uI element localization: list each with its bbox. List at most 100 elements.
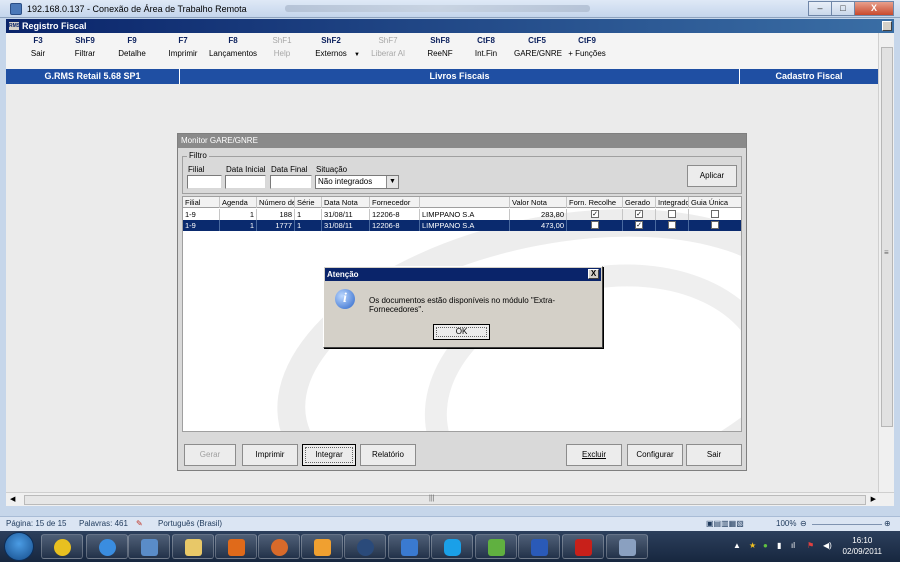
- toolbar-externos[interactable]: ShF2 Externos: [313, 36, 349, 58]
- hscroll-thumb[interactable]: [24, 495, 866, 505]
- toolbar-liberar[interactable]: ShF7 Liberar Al: [368, 36, 408, 58]
- situacao-select[interactable]: Não integrados ▼: [315, 175, 399, 189]
- gerado-checkbox[interactable]: ✓: [635, 221, 643, 229]
- taskbar-app-ie[interactable]: [86, 534, 128, 559]
- taskbar-app-media[interactable]: [215, 534, 257, 559]
- scroll-right-icon[interactable]: ▶: [871, 495, 876, 503]
- col-filial[interactable]: Filial: [183, 197, 220, 208]
- close-icon[interactable]: X: [588, 269, 599, 279]
- cell-serie: 1: [295, 220, 322, 231]
- clock[interactable]: 16:10 02/09/2011: [843, 535, 882, 557]
- scroll-left-icon[interactable]: ◀: [10, 495, 15, 503]
- taskbar-app-mail[interactable]: [301, 534, 343, 559]
- col-serie[interactable]: Série: [295, 197, 322, 208]
- spellcheck-icon[interactable]: ✎: [136, 517, 143, 531]
- toolbar-reenf[interactable]: ShF8 ReeNF: [426, 36, 454, 58]
- forn-recolhe-checkbox[interactable]: [591, 221, 599, 229]
- minimize-button[interactable]: –: [808, 1, 832, 16]
- view-buttons-icon[interactable]: ▣▤▥▦▧: [706, 517, 744, 531]
- configurar-button[interactable]: Configurar: [627, 444, 683, 466]
- externos-dropdown-arrow-icon[interactable]: ▼: [354, 52, 360, 58]
- tray-update-icon[interactable]: ●: [763, 541, 768, 550]
- col-data-nota[interactable]: Data Nota: [322, 197, 370, 208]
- taskbar-app-network[interactable]: [475, 534, 517, 559]
- taskbar-app-msn[interactable]: [388, 534, 430, 559]
- excluir-button[interactable]: Excluir: [566, 444, 622, 466]
- ok-button[interactable]: OK: [433, 324, 490, 340]
- filter-group: Filtro Filial Data Inicial Data Final Si…: [182, 151, 742, 194]
- gerar-button[interactable]: Gerar: [184, 444, 236, 466]
- maximize-icon[interactable]: [882, 21, 892, 31]
- zoom-out-icon[interactable]: ⊖: [800, 517, 807, 531]
- grid-header: Filial Agenda Número de Série Data Nota …: [183, 197, 741, 208]
- tray-star-icon[interactable]: ★: [749, 541, 756, 550]
- toolbar-lancamentos[interactable]: F8 Lançamentos: [208, 36, 258, 58]
- tray-expand-icon[interactable]: ▲: [733, 541, 741, 550]
- cell-integrado: [656, 220, 689, 231]
- cell-integrado: [656, 209, 689, 220]
- language-indicator[interactable]: Português (Brasil): [158, 517, 222, 531]
- toolbar-mais-funcoes[interactable]: CtF9 + Funções: [566, 36, 608, 58]
- toolbar-detalhe[interactable]: F9 Detalhe: [118, 36, 146, 58]
- taskbar-app-hp[interactable]: [344, 534, 386, 559]
- gerado-checkbox[interactable]: ✓: [635, 210, 643, 218]
- data-inicial-input[interactable]: [225, 175, 266, 189]
- relatorio-button[interactable]: Relatório: [360, 444, 416, 466]
- table-row[interactable]: 1-9 1 188 1 31/08/11 12206-8 LIMPPANO S.…: [183, 209, 741, 220]
- tray-volume-icon[interactable]: ◀): [823, 541, 832, 550]
- sair-button[interactable]: Sair: [686, 444, 742, 466]
- tray-signal-icon[interactable]: ıl: [791, 541, 795, 550]
- taskbar-app-ue[interactable]: [41, 534, 83, 559]
- integrado-checkbox[interactable]: [668, 221, 676, 229]
- vertical-scrollbar[interactable]: ≡: [878, 33, 894, 492]
- integrado-checkbox[interactable]: [668, 210, 676, 218]
- guia-unica-checkbox[interactable]: [711, 210, 719, 218]
- col-numero[interactable]: Número de: [257, 197, 295, 208]
- col-gerado[interactable]: Gerado: [623, 197, 656, 208]
- col-guia-unica[interactable]: Guia Única: [689, 197, 741, 208]
- col-agenda[interactable]: Agenda: [220, 197, 257, 208]
- taskbar-app-firefox[interactable]: [258, 534, 300, 559]
- toolbar-imprimir[interactable]: F7 Imprimir: [166, 36, 200, 58]
- forn-recolhe-checkbox[interactable]: ✓: [591, 210, 599, 218]
- chevron-down-icon[interactable]: ▼: [386, 176, 398, 188]
- zoom-slider[interactable]: [812, 524, 882, 525]
- zoom-level[interactable]: 100%: [776, 517, 796, 531]
- imprimir-button[interactable]: Imprimir: [242, 444, 298, 466]
- guia-unica-checkbox[interactable]: [711, 221, 719, 229]
- tray-network-icon[interactable]: ▮: [777, 541, 781, 550]
- close-window-button[interactable]: X: [854, 1, 894, 16]
- rdp-titlebar[interactable]: 192.168.0.137 - Conexão de Área de Traba…: [0, 0, 900, 18]
- toolbar-filtrar[interactable]: ShF9 Filtrar: [71, 36, 99, 58]
- taskbar-app-skype[interactable]: [431, 534, 473, 559]
- taskbar-app-word[interactable]: [518, 534, 560, 559]
- taskbar-app-calculator[interactable]: [606, 534, 648, 559]
- col-forn-recolhe[interactable]: Forn. Recolhe: [567, 197, 623, 208]
- scroll-thumb[interactable]: [881, 47, 893, 427]
- toolbar-sair[interactable]: F3 Sair: [28, 36, 48, 58]
- col-valor-nota[interactable]: Valor Nota: [510, 197, 567, 208]
- table-row-selected[interactable]: 1-9 1 1777 1 31/08/11 12206-8 LIMPPANO S…: [183, 220, 741, 231]
- taskbar-app-remote-desktop[interactable]: [128, 534, 170, 559]
- integrar-button[interactable]: Integrar: [302, 444, 356, 466]
- toolbar-gare-gnre[interactable]: CtF5 GARE/GNRE: [514, 36, 562, 58]
- filial-input[interactable]: [187, 175, 222, 189]
- toolbar-int-fin[interactable]: CtF8 Int.Fin: [472, 36, 500, 58]
- cell-valor-nota: 283,80: [510, 209, 567, 220]
- col-fornecedor[interactable]: Fornecedor: [370, 197, 420, 208]
- start-button[interactable]: [4, 532, 34, 561]
- horizontal-scrollbar[interactable]: ◀ ||| ▶: [6, 492, 894, 506]
- taskbar-app-acrobat[interactable]: [562, 534, 604, 559]
- data-final-input[interactable]: [270, 175, 312, 189]
- cadastro-fiscal-label: Cadastro Fiscal: [775, 71, 843, 81]
- toolbar-help[interactable]: ShF1 Help: [268, 36, 296, 58]
- col-fornecedor-nome[interactable]: [420, 197, 510, 208]
- word-count[interactable]: Palavras: 461: [79, 517, 128, 531]
- page-count[interactable]: Página: 15 de 15: [6, 517, 67, 531]
- tray-flag-icon[interactable]: ⚑: [807, 541, 814, 550]
- restore-button[interactable]: □: [831, 1, 855, 16]
- aplicar-button[interactable]: Aplicar: [687, 165, 737, 187]
- col-integrado[interactable]: Integrado: [656, 197, 689, 208]
- taskbar-app-explorer[interactable]: [172, 534, 214, 559]
- zoom-in-icon[interactable]: ⊕: [884, 517, 891, 531]
